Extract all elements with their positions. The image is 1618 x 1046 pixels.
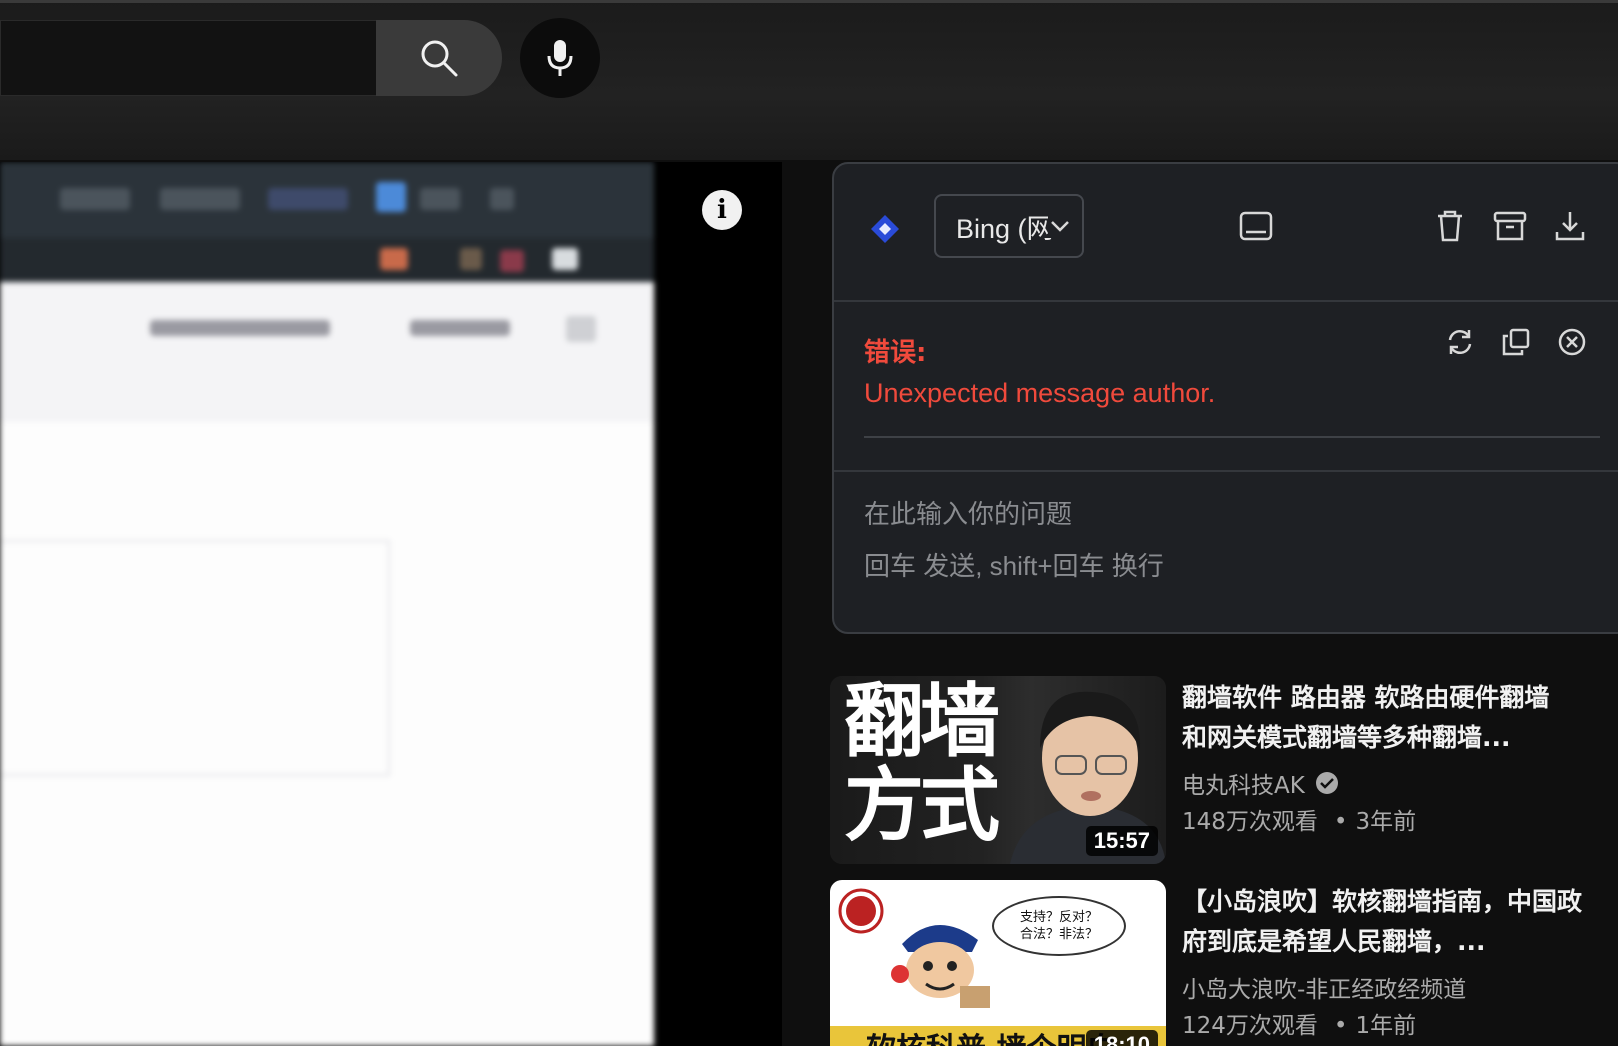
model-select-value: Bing (网 [956, 213, 1054, 244]
chevron-down-icon [1048, 214, 1072, 238]
search-icon [421, 40, 458, 77]
window-top-border [0, 0, 1618, 3]
video-player[interactable]: i [0, 162, 782, 1046]
bing-logo-icon [871, 215, 899, 243]
chat-header: Bing (网 [834, 164, 1618, 302]
youtube-watch-page: i Bing (网 错误: Unexpected message author.… [0, 0, 1618, 1046]
recommended-video[interactable]: 支持？反对？ 合法？非法？ 软核科普 墙个明白 18:10 【小岛浪吹】软核翻墙… [830, 880, 1618, 1046]
thumbnail-text: 软核科普 墙个明白 [866, 1024, 1116, 1046]
chat-input[interactable]: 在此输入你的问题 回车 发送, shift+回车 换行 [864, 488, 1604, 608]
video-title[interactable]: 翻墙软件 路由器 软路由硬件翻墙 和网关模式翻墙等多种翻墙... [1182, 678, 1582, 758]
voice-search-button[interactable] [520, 18, 600, 98]
search-button[interactable] [376, 20, 502, 96]
video-meta: 124万次观看 • 1年前 [1182, 1013, 1417, 1039]
video-thumbnail[interactable]: 支持？反对？ 合法？非法？ 软核科普 墙个明白 18:10 [830, 880, 1166, 1046]
copy-icon[interactable] [1496, 322, 1536, 362]
message-divider [864, 436, 1600, 438]
video-frame-page [0, 282, 654, 1046]
video-duration: 15:57 [1085, 826, 1158, 856]
window-icon[interactable] [1236, 206, 1276, 246]
video-frame-page-header [0, 282, 654, 422]
video-title[interactable]: 【小岛浪吹】软核翻墙指南，中国政府到底是希望人民翻墙，... [1182, 882, 1582, 962]
upload-age: 1年前 [1355, 1013, 1417, 1039]
trash-icon[interactable] [1430, 206, 1470, 246]
video-frame-toolbar [0, 162, 654, 238]
speech-bubble: 支持？反对？ 合法？非法？ [992, 896, 1126, 956]
microphone-icon [547, 40, 573, 76]
chat-input-area: 在此输入你的问题 回车 发送, shift+回车 换行 [834, 470, 1618, 632]
search-input[interactable] [0, 20, 376, 96]
error-label: 错误: [864, 338, 927, 368]
video-frame-card [0, 540, 390, 776]
info-icon[interactable]: i [702, 190, 742, 230]
model-select[interactable]: Bing (网 [934, 194, 1084, 258]
view-count: 148万次观看 [1182, 809, 1318, 835]
chat-panel: Bing (网 错误: Unexpected message author. 在… [832, 162, 1618, 634]
view-count: 124万次观看 [1182, 1013, 1318, 1039]
video-frame [0, 162, 654, 1046]
archive-icon[interactable] [1490, 206, 1530, 246]
police-cartoon [891, 924, 990, 1008]
video-thumbnail[interactable]: 翻墙方式 15:57 [830, 676, 1166, 864]
video-frame-toolbar-secondary [0, 238, 654, 282]
thumbnail-text: 翻墙方式 [844, 676, 1000, 852]
masthead [0, 0, 1618, 160]
channel-name[interactable]: 小岛大浪吹-非正经政经频道 [1182, 970, 1466, 1004]
chat-input-placeholder-line2: 回车 发送, shift+回车 换行 [864, 551, 1164, 581]
video-meta: 148万次观看 • 3年前 [1182, 809, 1417, 835]
error-text: Unexpected message author. [864, 378, 1216, 408]
channel-name[interactable]: 电丸科技AK [1182, 766, 1339, 800]
video-duration: 18:10 [1085, 1030, 1158, 1046]
verified-check-icon [1315, 772, 1338, 794]
chat-error-message: 错误: Unexpected message author. [834, 300, 1618, 470]
refresh-icon[interactable] [1440, 322, 1480, 362]
download-icon[interactable] [1550, 206, 1590, 246]
upload-age: 3年前 [1355, 809, 1417, 835]
channel-name-text: 电丸科技AK [1182, 773, 1305, 799]
chat-input-placeholder-line1: 在此输入你的问题 [864, 499, 1073, 529]
channel-seal-icon [838, 888, 884, 934]
close-circle-icon[interactable] [1552, 322, 1592, 362]
channel-name-text: 小岛大浪吹-非正经政经频道 [1182, 977, 1467, 1003]
recommended-video[interactable]: 翻墙方式 15:57 翻墙软件 路由器 软路由硬件翻墙 和网关模式翻墙等多种翻墙… [830, 676, 1618, 866]
